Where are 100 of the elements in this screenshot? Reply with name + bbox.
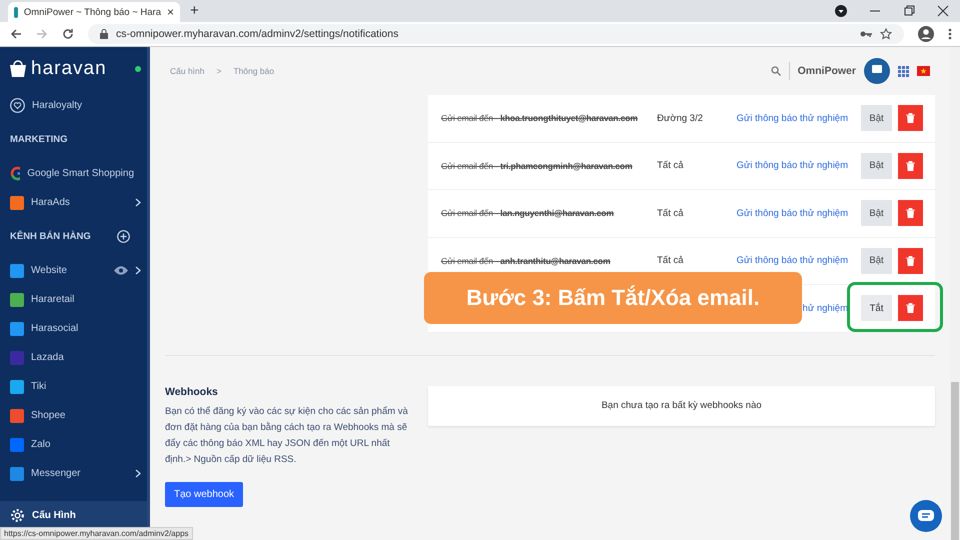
send-test-link[interactable]: Gửi thông báo thử nghiệm xyxy=(736,160,848,172)
toggle-button[interactable]: Tắt xyxy=(861,295,892,322)
store-name[interactable]: OmniPower xyxy=(798,65,856,77)
item-label: Messenger xyxy=(31,468,80,479)
trash-icon xyxy=(906,303,915,314)
sidebar-item[interactable]: Messenger xyxy=(0,459,147,488)
item-label: Haraloyalty xyxy=(32,100,82,111)
key-icon[interactable] xyxy=(860,30,872,38)
chat-button[interactable] xyxy=(910,500,942,532)
app-icon xyxy=(10,264,24,278)
chevron-icon[interactable] xyxy=(135,198,141,207)
recipient-email: Gửi email đến - anh.tranthitu@haravan.com xyxy=(441,256,612,266)
location-filter: Tất cả xyxy=(657,255,684,266)
menu-icon[interactable] xyxy=(948,28,952,40)
sidebar-item[interactable]: Tiki xyxy=(0,372,147,401)
chat-icon xyxy=(918,510,934,522)
item-label: HaraAds xyxy=(31,197,70,208)
item-label: Zalo xyxy=(31,439,50,450)
sidebar-item[interactable]: Shopee xyxy=(0,401,147,430)
url-tooltip: https://cs-omnipower.myharavan.com/adminv2/apps xyxy=(0,527,193,540)
trash-icon xyxy=(906,208,915,218)
lock-icon xyxy=(100,29,108,39)
sidebar-item[interactable]: Lazada xyxy=(0,343,147,372)
item-label: Harasocial xyxy=(31,323,78,334)
trash-icon xyxy=(906,256,915,266)
recipient-email: Gửi email đến - lan.nguyenthi@haravan.com xyxy=(441,208,615,218)
eye-icon[interactable] xyxy=(114,266,128,275)
toggle-button[interactable]: Bật xyxy=(861,200,892,226)
google-g-icon xyxy=(10,166,20,181)
logo-text: haravan xyxy=(31,58,107,80)
tab-title: OmniPower ~ Thông báo ~ Hara xyxy=(24,6,161,18)
sidebar-item[interactable]: Zalo xyxy=(0,430,147,459)
empty-message: Bạn chưa tạo ra bất kỳ webhooks nào xyxy=(601,400,762,411)
apps-grid-icon[interactable] xyxy=(898,66,909,76)
app-icon xyxy=(10,292,24,306)
sidebar-item[interactable]: Hararetail xyxy=(0,285,147,314)
flag-icon[interactable] xyxy=(917,66,930,76)
close-tab-button[interactable]: × xyxy=(166,5,174,19)
trash-icon xyxy=(906,113,915,124)
app-icon xyxy=(10,350,24,364)
profile-icon[interactable] xyxy=(918,26,934,42)
app-icon xyxy=(10,408,24,422)
sidebar-item[interactable]: Google Smart Shopping xyxy=(0,159,147,188)
section-heading: MARKETING xyxy=(10,134,68,145)
search-icon[interactable] xyxy=(770,66,781,76)
browser-tab[interactable]: OmniPower ~ Thông báo ~ Hara × xyxy=(8,2,180,22)
reload-icon[interactable] xyxy=(62,28,74,40)
send-test-link[interactable]: Gửi thông báo thử nghiệm xyxy=(736,112,848,124)
send-test-link[interactable]: Gửi thông báo thử nghiệm xyxy=(736,255,848,266)
avatar-icon[interactable] xyxy=(864,58,890,84)
item-label: Google Smart Shopping xyxy=(27,168,134,179)
delete-button[interactable] xyxy=(898,248,923,274)
recipient-email: Gửi email đến - khoa.truongthituyet@haravan.com xyxy=(441,113,639,124)
delete-button[interactable] xyxy=(898,200,923,226)
sidebar-item[interactable]: Haraloyalty xyxy=(0,91,147,120)
item-label: Cấu Hình xyxy=(32,510,76,521)
section-title: Webhooks xyxy=(165,386,219,398)
trash-icon xyxy=(906,160,915,171)
address-bar[interactable]: cs-omnipower.myharavan.com/adminv2/settings/notifications xyxy=(88,24,904,44)
close-icon[interactable] xyxy=(937,5,949,17)
toggle-button[interactable]: Bật xyxy=(861,152,892,179)
star-icon[interactable] xyxy=(880,28,892,40)
recipient-email: Gửi email đến - tri.phamcongminh@haravan.com xyxy=(441,160,634,171)
bag-icon xyxy=(8,60,28,78)
sidebar-item[interactable]: HaraAds xyxy=(0,188,147,217)
settings-icon xyxy=(10,508,25,523)
delete-button[interactable] xyxy=(898,152,923,179)
breadcrumb-current: Thông báo xyxy=(233,66,274,76)
item-label: Tiki xyxy=(31,381,46,392)
sidebar-item[interactable]: Harasocial xyxy=(0,314,147,343)
dropdown-icon[interactable] xyxy=(835,5,847,17)
chevron-icon[interactable] xyxy=(135,266,141,275)
section-heading: KÊNH BÁN HÀNG xyxy=(10,231,91,242)
new-tab-button[interactable]: + xyxy=(190,2,199,19)
location-filter: Tất cả xyxy=(657,208,684,219)
app-icon xyxy=(10,196,24,210)
item-label: Hararetail xyxy=(31,294,74,305)
item-label: Website xyxy=(31,265,67,276)
chevron-icon[interactable] xyxy=(135,469,141,478)
toggle-button[interactable]: Bật xyxy=(861,105,892,132)
app-icon xyxy=(10,380,24,394)
item-label: Shopee xyxy=(31,410,66,421)
step-callout: Bước 3: Bấm Tắt/Xóa email. xyxy=(424,272,802,324)
breadcrumb-separator: > xyxy=(216,66,222,76)
delete-button[interactable] xyxy=(898,295,923,322)
create-webhook-button[interactable]: Tạo webhook xyxy=(165,482,244,506)
send-test-link[interactable]: Gửi thông báo thử nghiệm xyxy=(736,208,848,219)
toggle-button[interactable]: Bật xyxy=(861,248,892,274)
url-text: cs-omnipower.myharavan.com/adminv2/settings/notifications xyxy=(116,28,398,40)
delete-button[interactable] xyxy=(898,105,923,132)
app-icon xyxy=(10,466,24,480)
sidebar-item[interactable]: Cấu Hình xyxy=(0,501,147,530)
location-filter: Đường 3/2 xyxy=(657,112,704,124)
scrollbar-thumb[interactable] xyxy=(951,382,959,540)
back-icon[interactable] xyxy=(10,28,22,40)
sidebar-item[interactable]: Website xyxy=(0,256,147,285)
send-test-link[interactable]: hử nghiệm xyxy=(802,302,848,314)
restore-icon[interactable] xyxy=(903,5,915,17)
app-icon xyxy=(10,322,24,336)
add-icon[interactable] xyxy=(117,230,130,243)
